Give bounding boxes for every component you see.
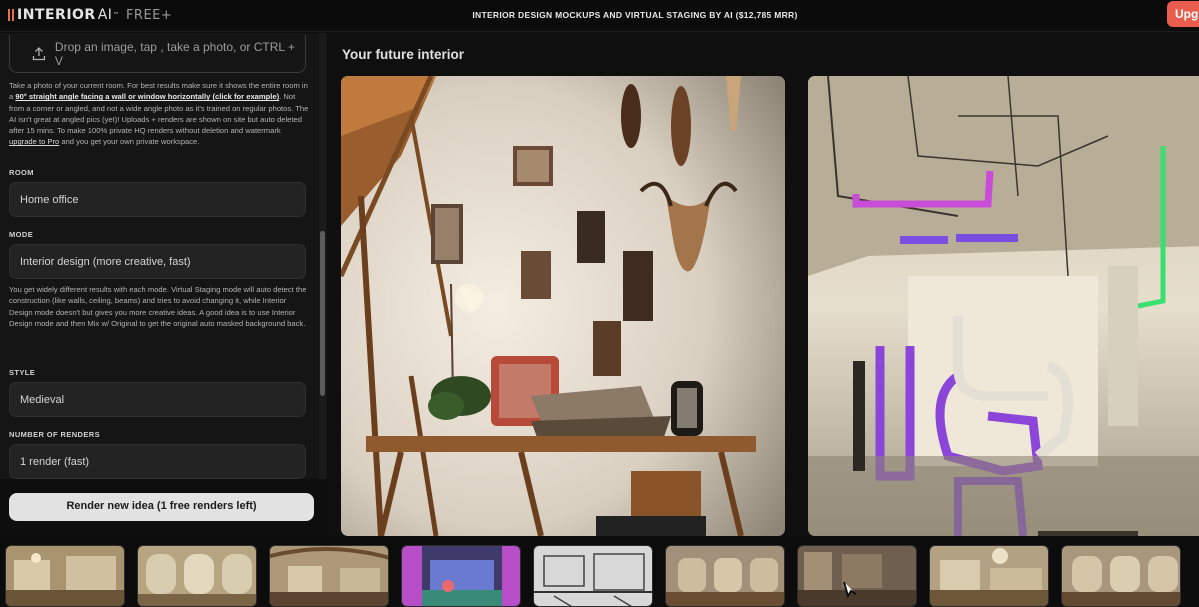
mode-select[interactable]: Interior design (more creative, fast) bbox=[9, 244, 306, 279]
main-panel: Your future interior bbox=[327, 33, 1199, 536]
thumbnail-strip bbox=[0, 536, 1199, 607]
mode-help-text: You get widely different results with ea… bbox=[9, 285, 307, 328]
header-banner: INTERIOR DESIGN MOCKUPS AND VIRTUAL STAG… bbox=[472, 10, 798, 20]
renders-label: NUMBER OF RENDERS bbox=[9, 430, 100, 439]
thumb-4[interactable] bbox=[401, 545, 521, 607]
thumb-8[interactable] bbox=[929, 545, 1049, 607]
renders-select[interactable]: 1 render (fast) bbox=[9, 444, 306, 479]
thumb-9[interactable] bbox=[1061, 545, 1181, 607]
thumb-6[interactable] bbox=[665, 545, 785, 607]
style-select[interactable]: Medieval bbox=[9, 382, 306, 417]
thumb-1[interactable] bbox=[5, 545, 125, 607]
info-text-3: and you get your own private workspace. bbox=[59, 137, 200, 147]
upgrade-button[interactable]: Upgr bbox=[1167, 1, 1199, 27]
room-label: ROOM bbox=[9, 168, 34, 177]
render-image-2[interactable] bbox=[808, 76, 1199, 536]
thumb-3[interactable] bbox=[269, 545, 389, 607]
style-label: STYLE bbox=[9, 368, 36, 377]
render-area: Render new idea (1 free renders left) bbox=[0, 479, 327, 535]
sidebar: Drop an image, tap , take a photo, or CT… bbox=[0, 33, 327, 479]
example-link[interactable]: 90° straight angle facing a wall or wind… bbox=[15, 92, 279, 101]
upload-icon bbox=[32, 46, 46, 60]
upload-placeholder: Drop an image, tap , take a photo, or CT… bbox=[54, 39, 295, 68]
upload-instructions: Take a photo of your current room. For b… bbox=[9, 80, 309, 148]
thumb-7[interactable] bbox=[797, 545, 917, 607]
main-title: Your future interior bbox=[342, 47, 465, 62]
room-select[interactable]: Home office bbox=[9, 182, 306, 217]
top-bar: INTERIOR AI ™ FREE+ INTERIOR DESIGN MOCK… bbox=[0, 0, 1199, 32]
mode-label: MODE bbox=[9, 230, 34, 239]
render-button[interactable]: Render new idea (1 free renders left) bbox=[9, 493, 314, 521]
sidebar-scrollbar[interactable] bbox=[319, 33, 326, 479]
upload-dropzone[interactable]: Drop an image, tap , take a photo, or CT… bbox=[9, 35, 306, 73]
thumb-5[interactable] bbox=[533, 545, 653, 607]
render-image-1[interactable] bbox=[341, 76, 785, 536]
thumb-2[interactable] bbox=[137, 545, 257, 607]
upgrade-link[interactable]: upgrade to Pro bbox=[9, 137, 59, 146]
scrollbar-thumb[interactable] bbox=[320, 231, 325, 396]
